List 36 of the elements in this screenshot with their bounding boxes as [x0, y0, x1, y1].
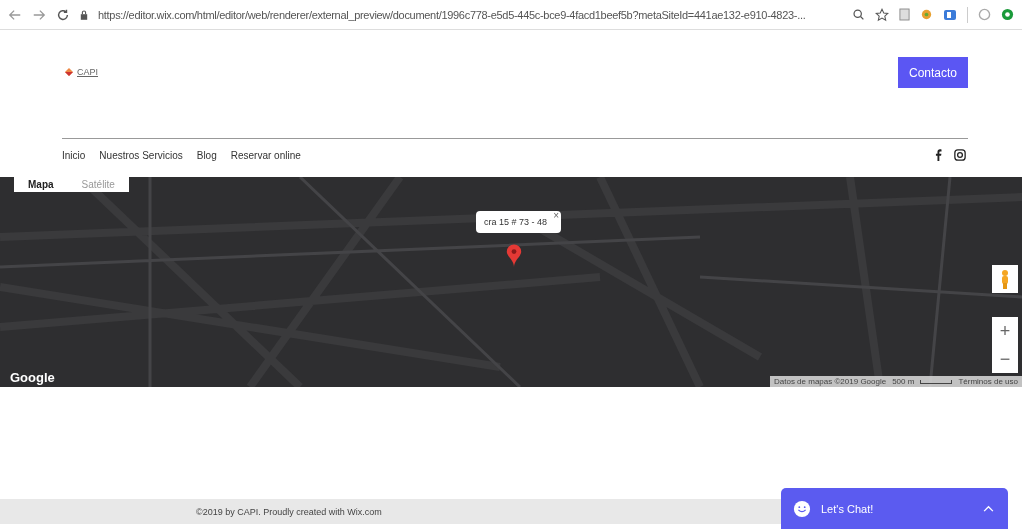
chat-widget[interactable]: Let's Chat! — [781, 488, 1008, 529]
pegman-button[interactable] — [992, 265, 1018, 293]
nav-link[interactable]: Blog — [196, 149, 217, 161]
ring-icon[interactable] — [1001, 8, 1014, 21]
chevron-icon[interactable] — [983, 505, 994, 512]
instagram-icon[interactable] — [954, 149, 966, 161]
map-placeholder[interactable]: Mapa Satélite cra 15 # 73 - 48 × Google + − Datos de mapas ©2019 Google 500 m Términos de uso — [0, 177, 1022, 387]
document-icon[interactable] — [899, 8, 910, 21]
map-type-tab[interactable]: Mapa — [14, 177, 68, 192]
star-icon[interactable] — [875, 7, 889, 22]
terms-link[interactable]: Términos de uso — [958, 377, 1018, 386]
facebook-icon[interactable] — [935, 149, 942, 161]
forward-icon[interactable] — [32, 7, 46, 22]
reload-icon[interactable] — [56, 7, 70, 22]
chat-label: Let's Chat! — [821, 502, 875, 515]
logo-text[interactable]: CAPI — [77, 67, 98, 77]
back-icon[interactable] — [8, 7, 22, 22]
person-icon — [1000, 269, 1010, 289]
nav-link[interactable]: Inicio — [62, 149, 86, 161]
close-button[interactable]: × — [553, 210, 560, 221]
circle-icon[interactable] — [978, 8, 991, 21]
address-text: cra 15 # 73 - 48 — [484, 217, 548, 227]
scale-label: 500 m — [892, 377, 915, 386]
nav-link[interactable]: Reservar online — [230, 149, 301, 161]
contact-button[interactable]: Contacto — [898, 57, 968, 88]
map-attribution: Datos de mapas ©2019 Google — [774, 377, 887, 386]
address-bar[interactable]: https://editor.wix.com/html/editor/web/renderer/external_preview/document/1996c778-e5d5-445c-bce9-4facd1beef5b?metaSiteId=441ae132-e910-4823-... — [98, 8, 842, 21]
zoom-icon[interactable] — [852, 8, 865, 21]
scale-bar — [920, 379, 953, 384]
google-logo: Google — [10, 370, 55, 385]
lock-icon — [80, 9, 88, 20]
extension-icon[interactable] — [943, 8, 957, 21]
footer-text: ©2019 by CAPI. Proudly created with Wix.com — [196, 506, 382, 517]
nav-link[interactable]: Nuestros Servicios — [99, 149, 183, 161]
smiley-icon — [793, 499, 811, 518]
logo-icon — [64, 67, 74, 77]
